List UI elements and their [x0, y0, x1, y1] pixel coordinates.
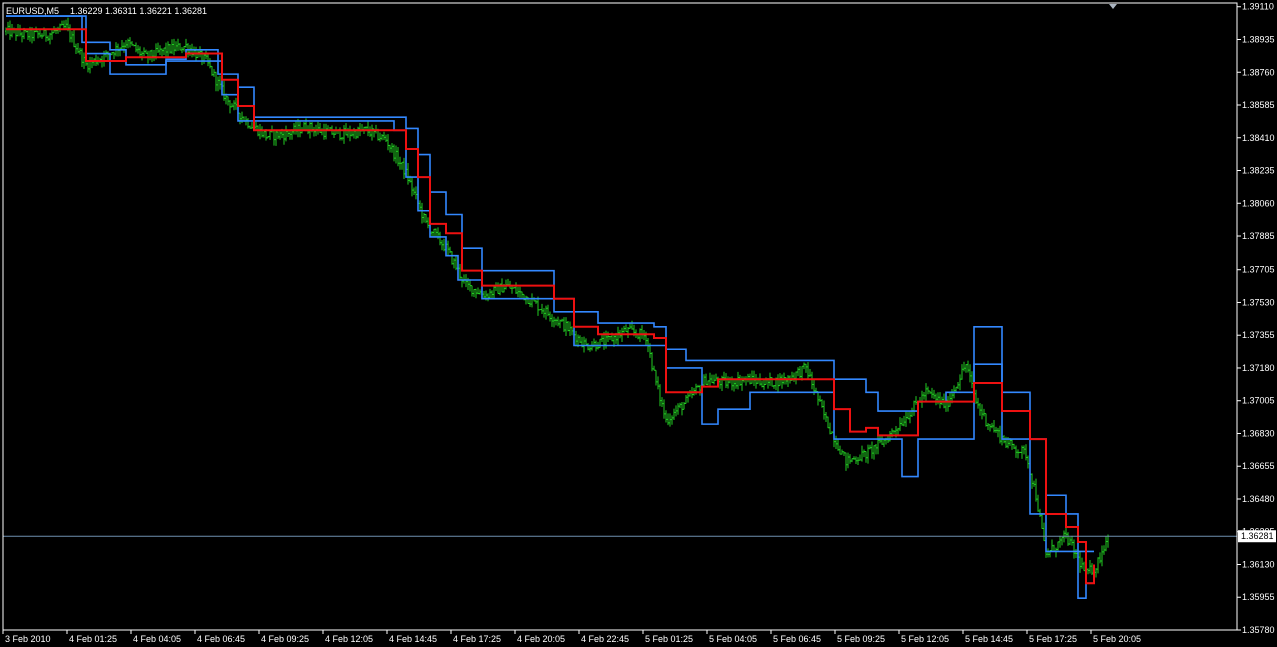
chart-ohlc-label: 1.36229 1.36311 1.36221 1.36281 [70, 6, 207, 16]
price-tick-label: 1.35955 [1242, 592, 1275, 602]
time-tick-label: 5 Feb 17:25 [1029, 634, 1077, 644]
time-tick-label: 5 Feb 09:25 [837, 634, 885, 644]
time-tick-label: 4 Feb 14:45 [389, 634, 437, 644]
price-tick: 1.36830 [1237, 428, 1275, 438]
price-tick: 1.38760 [1237, 67, 1275, 77]
price-tick-label: 1.37705 [1242, 265, 1275, 275]
price-tick-label: 1.37355 [1242, 330, 1275, 340]
current-price-label: 1.36281 [1241, 531, 1274, 541]
price-tick: 1.37355 [1237, 330, 1275, 340]
price-tick-label: 1.38410 [1242, 133, 1275, 143]
time-tick-label: 4 Feb 09:25 [261, 634, 309, 644]
price-tick: 1.38410 [1237, 133, 1275, 143]
price-tick-label: 1.38060 [1242, 198, 1275, 208]
price-tick: 1.37885 [1237, 231, 1275, 241]
time-tick-label: 5 Feb 14:45 [965, 634, 1013, 644]
time-tick-label: 5 Feb 06:45 [773, 634, 821, 644]
price-tick: 1.35780 [1237, 625, 1275, 635]
price-tick-label: 1.38935 [1242, 34, 1275, 44]
price-tick: 1.36130 [1237, 559, 1275, 569]
price-tick: 1.37005 [1237, 396, 1275, 406]
price-tick: 1.37180 [1237, 363, 1275, 373]
time-tick-label: 5 Feb 01:25 [645, 634, 693, 644]
price-chart[interactable]: 1.39110 1.38935 1.38760 1.38585 1.38410 1.382… [0, 0, 1277, 647]
time-tick-label: 4 Feb 04:05 [133, 634, 181, 644]
price-tick-label: 1.35780 [1242, 625, 1275, 635]
time-tick-label: 4 Feb 17:25 [453, 634, 501, 644]
price-tick-label: 1.37180 [1242, 363, 1275, 373]
time-tick-label: 3 Feb 2010 [5, 634, 51, 644]
price-tick: 1.38935 [1237, 34, 1275, 44]
time-tick-label: 4 Feb 20:05 [517, 634, 565, 644]
price-tick-label: 1.37530 [1242, 297, 1275, 307]
price-tick-label: 1.38760 [1242, 67, 1275, 77]
price-tick: 1.38235 [1237, 166, 1275, 176]
price-tick-label: 1.36655 [1242, 461, 1275, 471]
price-tick: 1.36480 [1237, 494, 1275, 504]
price-tick-label: 1.36480 [1242, 494, 1275, 504]
price-tick: 1.38060 [1237, 198, 1275, 208]
time-tick-label: 5 Feb 04:05 [709, 634, 757, 644]
price-tick-label: 1.36830 [1242, 428, 1275, 438]
time-tick-label: 5 Feb 12:05 [901, 634, 949, 644]
price-tick-label: 1.36130 [1242, 559, 1275, 569]
price-tick: 1.38585 [1237, 100, 1275, 110]
price-tick: 1.39110 [1237, 2, 1274, 12]
price-tick-label: 1.38235 [1242, 166, 1275, 176]
price-tick-label: 1.37005 [1242, 396, 1275, 406]
time-tick-label: 4 Feb 12:05 [325, 634, 373, 644]
price-tick: 1.37705 [1237, 265, 1275, 275]
price-tick: 1.35955 [1237, 592, 1275, 602]
current-price-marker: 1.36281 [1238, 530, 1276, 543]
price-tick-label: 1.37885 [1242, 231, 1275, 241]
chart-symbol-label: EURUSD,M5 [6, 6, 59, 16]
time-tick-label: 5 Feb 20:05 [1093, 634, 1141, 644]
time-tick-label: 4 Feb 22:45 [581, 634, 629, 644]
price-tick: 1.37530 [1237, 297, 1275, 307]
time-tick-label: 4 Feb 06:45 [197, 634, 245, 644]
price-tick-label: 1.39110 [1242, 2, 1274, 12]
price-tick: 1.36655 [1237, 461, 1275, 471]
time-tick-label: 4 Feb 01:25 [69, 634, 117, 644]
price-tick-label: 1.38585 [1242, 100, 1275, 110]
